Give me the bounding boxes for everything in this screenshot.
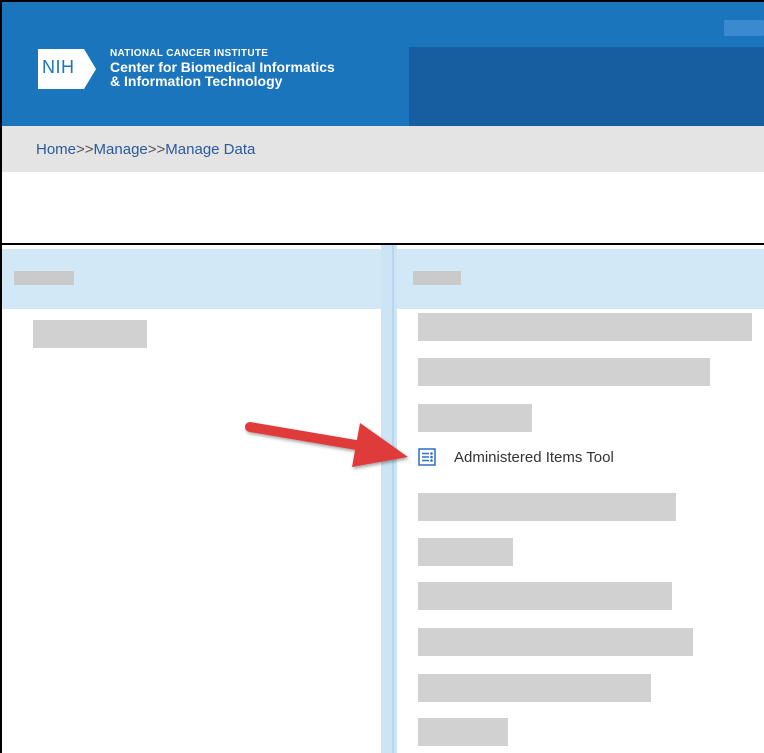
- breadcrumb-separator: >>: [147, 140, 166, 158]
- nih-badge-text: NIH: [42, 57, 75, 77]
- header-chip[interactable]: [724, 20, 764, 36]
- breadcrumb-home[interactable]: Home: [36, 141, 76, 158]
- list-item-placeholder[interactable]: [418, 493, 676, 521]
- list-item-placeholder[interactable]: [418, 358, 710, 386]
- logo-text-block: NATIONAL CANCER INSTITUTE Center for Bio…: [110, 49, 335, 89]
- list-item-placeholder[interactable]: [418, 538, 513, 566]
- list-item-placeholder[interactable]: [418, 582, 672, 610]
- panel-splitter[interactable]: [381, 245, 397, 753]
- panel-splitter-line: [392, 245, 394, 753]
- right-panel-header: [397, 249, 764, 309]
- breadcrumb-manage[interactable]: Manage: [94, 141, 148, 158]
- administered-items-tool-link[interactable]: Administered Items Tool: [418, 448, 614, 466]
- left-list-item-placeholder[interactable]: [33, 320, 147, 348]
- list-item-placeholder[interactable]: [418, 718, 508, 746]
- right-panel-title-placeholder: [413, 271, 461, 285]
- left-panel-title-placeholder: [14, 271, 74, 285]
- list-item-placeholder[interactable]: [418, 404, 532, 432]
- list-item-placeholder[interactable]: [418, 628, 693, 656]
- list-tree-icon: [418, 448, 436, 466]
- left-panel-header: [2, 249, 381, 309]
- list-item-placeholder[interactable]: [418, 313, 752, 341]
- logo-line-1: NATIONAL CANCER INSTITUTE: [110, 48, 269, 60]
- logo-line-2: Center for Biomedical Informatics: [110, 58, 335, 75]
- breadcrumb-manage-data[interactable]: Manage Data: [165, 141, 255, 158]
- logo-line-3: & Information Technology: [110, 73, 283, 90]
- administered-items-tool-label: Administered Items Tool: [454, 448, 614, 466]
- breadcrumb-separator: >>: [76, 140, 94, 158]
- header-right-band: [409, 47, 764, 126]
- breadcrumb: Home >> Manage >> Manage Data: [2, 126, 764, 172]
- nih-badge: NIH: [36, 45, 100, 93]
- nih-logo[interactable]: NIH NATIONAL CANCER INSTITUTE Center for…: [36, 45, 335, 93]
- list-item-placeholder[interactable]: [418, 674, 651, 702]
- annotation-arrow: [245, 422, 408, 467]
